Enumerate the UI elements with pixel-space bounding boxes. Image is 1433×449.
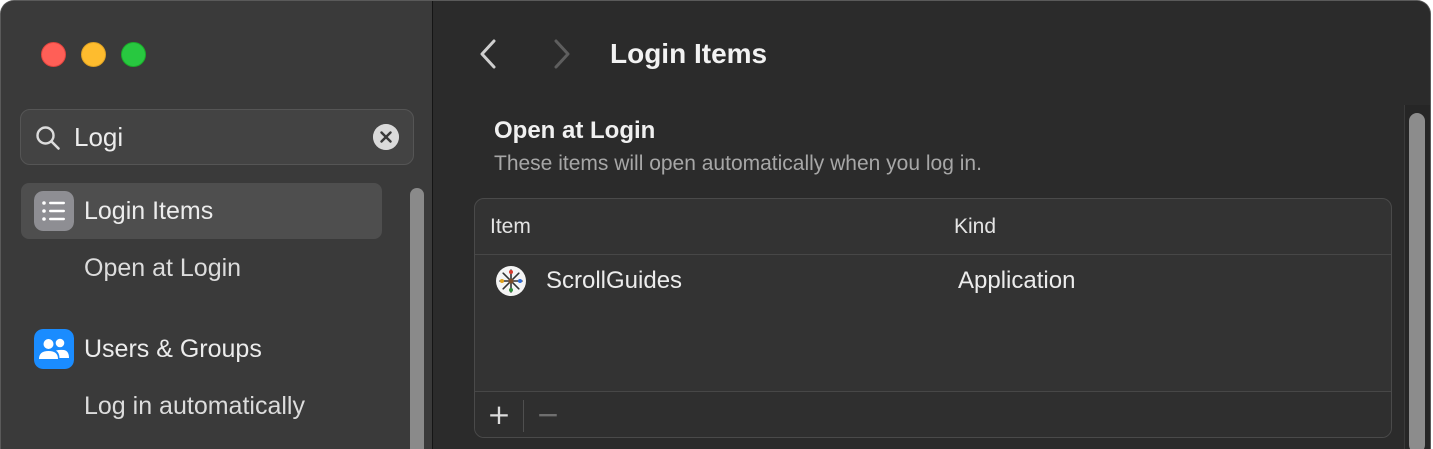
remove-item-button[interactable]: − <box>524 392 572 437</box>
chevron-left-icon[interactable] <box>474 37 502 71</box>
table-header: Item Kind <box>475 199 1391 255</box>
people-icon <box>34 329 74 369</box>
main-content: Login Items Open at Login These items wi… <box>434 1 1430 449</box>
close-window-button[interactable] <box>41 42 66 67</box>
minimize-window-button[interactable] <box>81 42 106 67</box>
row-item-kind: Application <box>958 267 1076 294</box>
sidebar-subitem-open-at-login[interactable]: Open at Login <box>84 248 241 288</box>
chevron-right-icon[interactable] <box>548 37 576 71</box>
zoom-window-button[interactable] <box>121 42 146 67</box>
search-icon <box>36 126 60 150</box>
search-input-value[interactable]: Logi <box>74 110 123 164</box>
search-field[interactable]: Logi <box>20 109 414 165</box>
row-item-name: ScrollGuides <box>546 267 683 294</box>
table-row[interactable]: ScrollGuides Application <box>475 256 1391 306</box>
sidebar-item-label: Users & Groups <box>84 335 262 363</box>
sidebar-item-login-items[interactable]: Login Items <box>21 183 382 239</box>
column-header-kind[interactable]: Kind <box>954 199 996 255</box>
section-title: Open at Login <box>494 117 656 144</box>
sidebar: Logi Login Items Open at Login Users & G… <box>1 1 433 449</box>
sidebar-subitem-log-in-automatically[interactable]: Log in automatically <box>84 386 305 426</box>
clear-search-icon[interactable] <box>373 124 399 150</box>
table-footer: + − <box>475 391 1391 437</box>
page-title: Login Items <box>610 38 768 69</box>
system-settings-window: Logi Login Items Open at Login Users & G… <box>0 0 1431 449</box>
scrollguides-app-icon <box>496 266 526 296</box>
sidebar-scrollbar[interactable] <box>410 188 424 449</box>
list-icon <box>34 191 74 231</box>
column-header-item[interactable]: Item <box>490 199 531 255</box>
section-subtitle: These items will open automatically when… <box>494 152 982 175</box>
main-scrollbar[interactable] <box>1409 113 1425 449</box>
sidebar-item-users-groups[interactable]: Users & Groups <box>21 321 382 377</box>
login-items-table: Item Kind ScrollGuides Application + − <box>474 198 1392 438</box>
add-item-button[interactable]: + <box>475 392 523 437</box>
sidebar-item-label: Login Items <box>84 197 214 225</box>
